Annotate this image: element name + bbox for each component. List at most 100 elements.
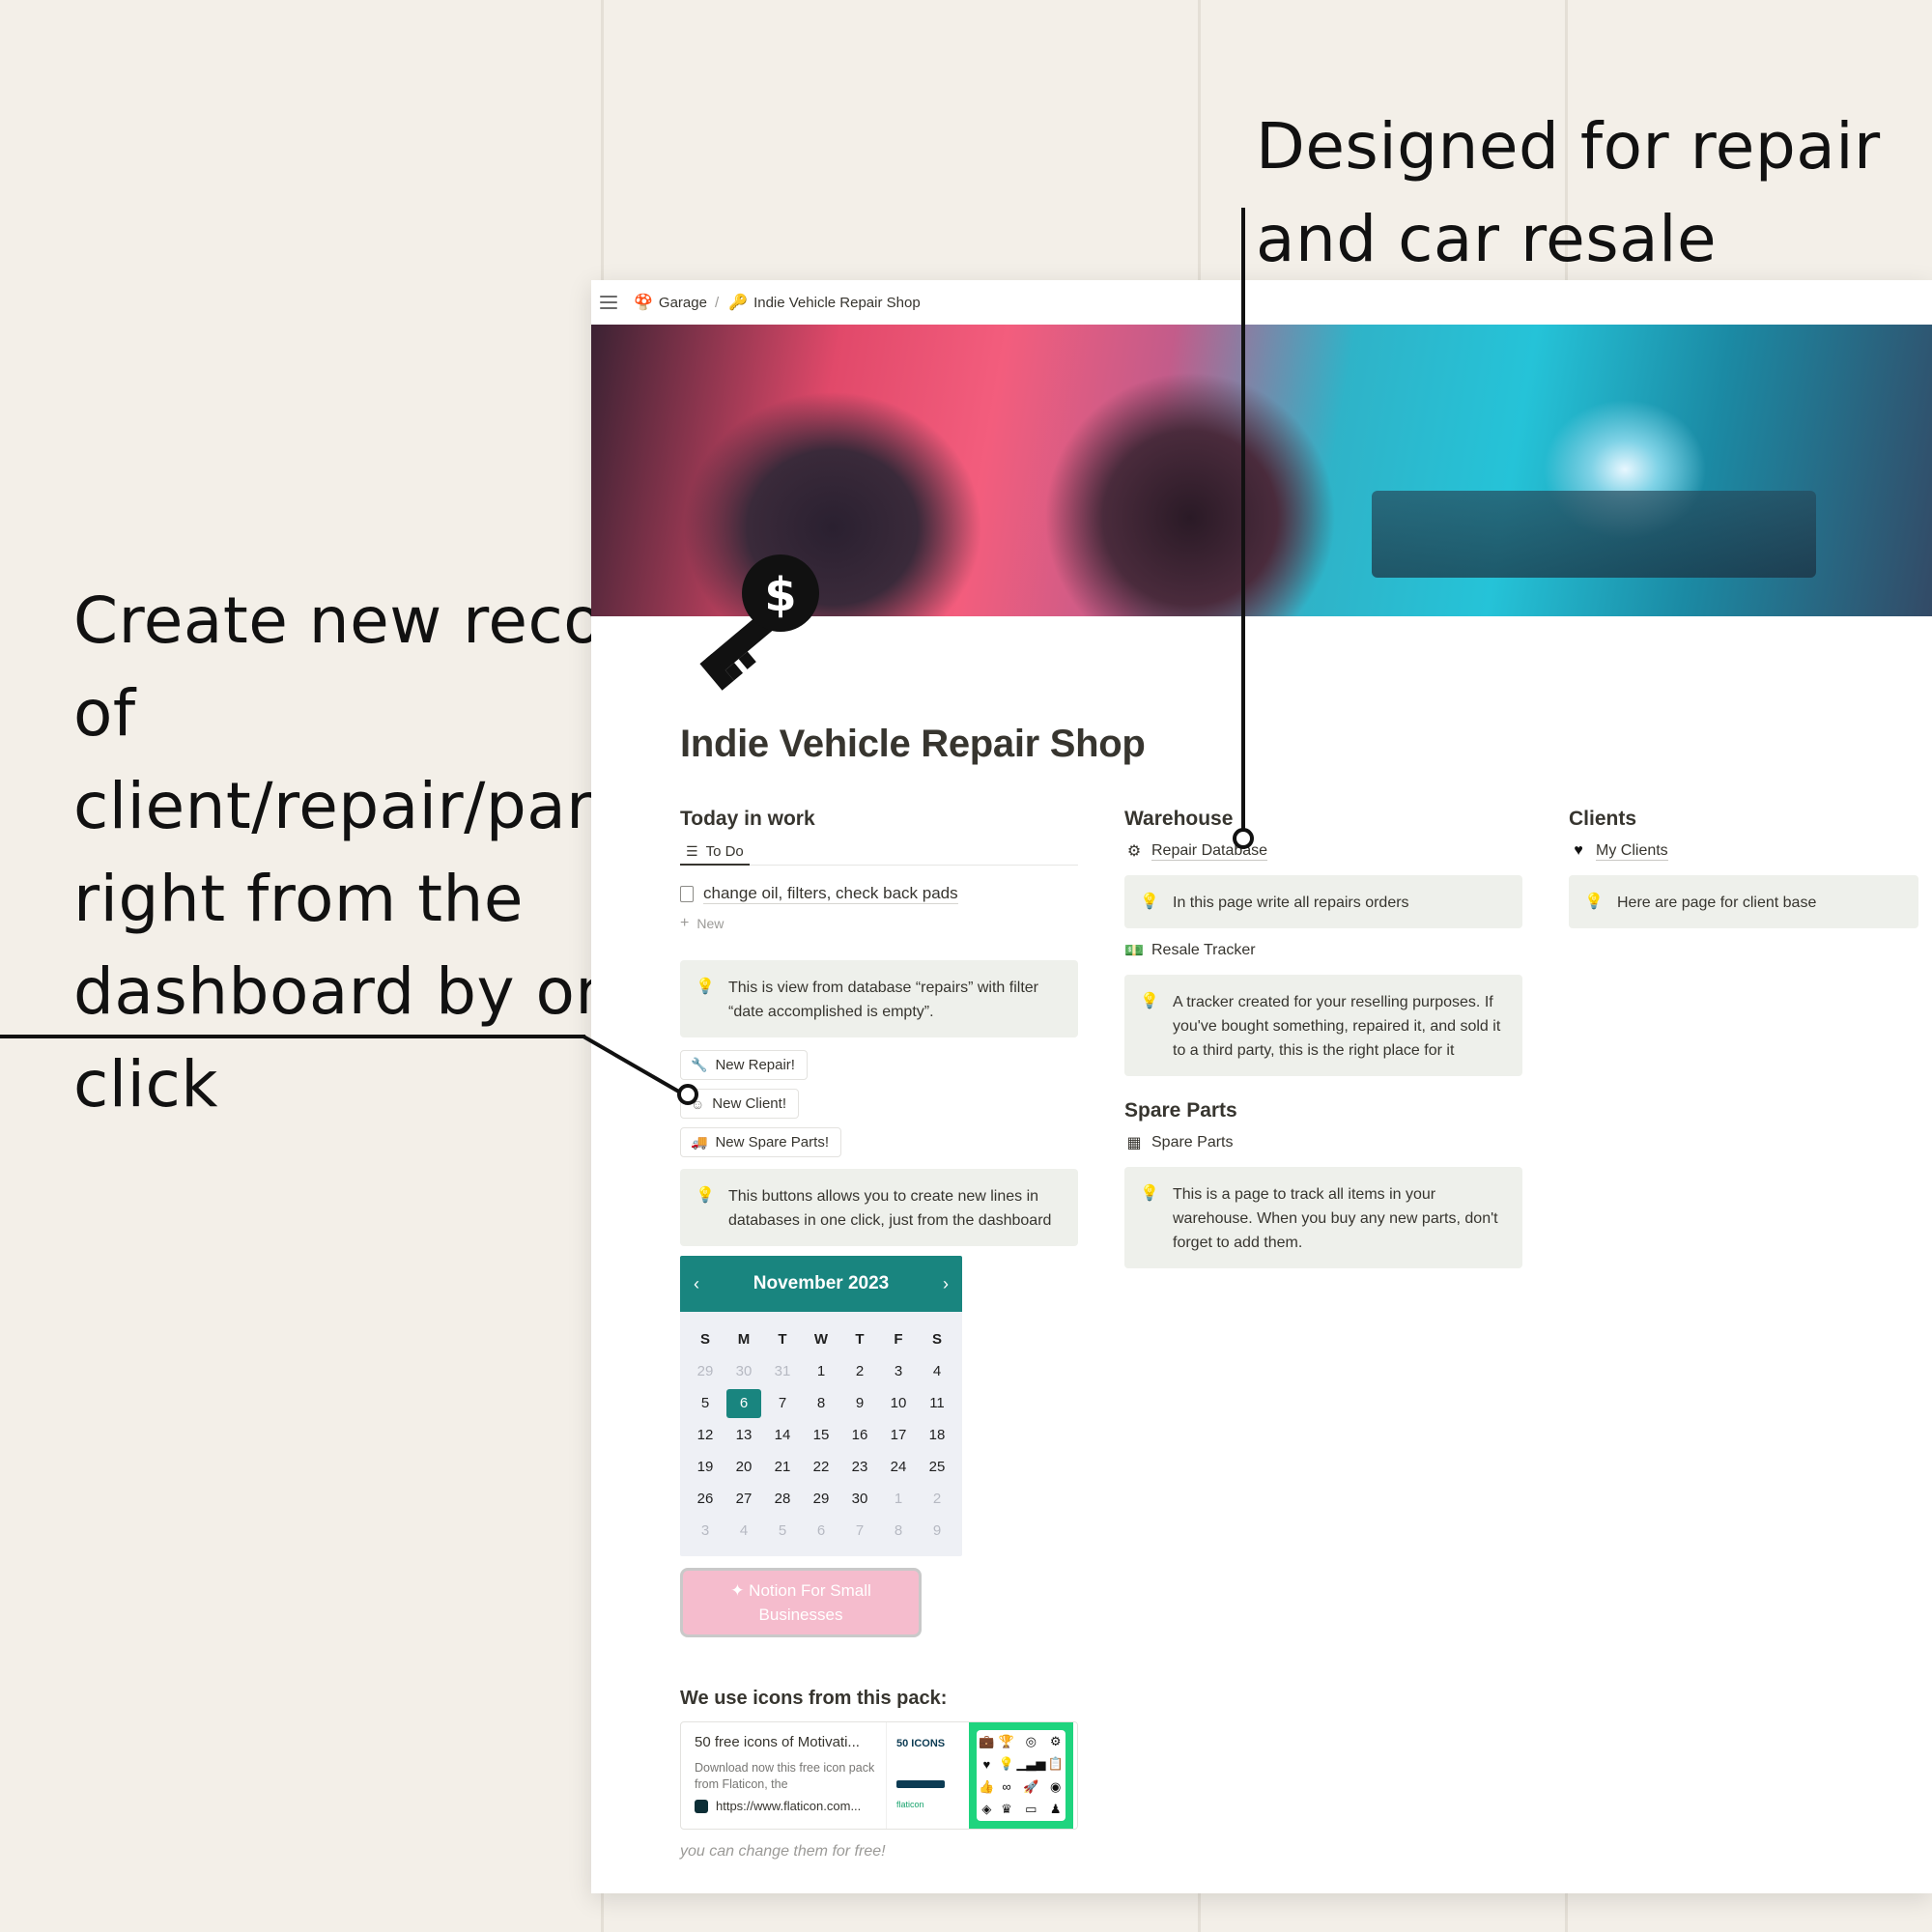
thumbnail-brand: flaticon <box>896 1800 924 1809</box>
calendar-day[interactable]: 29 <box>686 1363 724 1379</box>
menu-icon[interactable] <box>597 293 620 312</box>
thumbs-up-icon: 👍 <box>979 1778 995 1794</box>
dartboard-icon: ◉ <box>1049 1778 1062 1794</box>
calendar-week-row: 12 13 14 15 16 17 18 <box>686 1419 956 1451</box>
calendar-day[interactable]: 30 <box>724 1363 763 1379</box>
repair-database-link[interactable]: ⚙ Repair Database <box>1124 838 1522 864</box>
calendar-day[interactable]: 9 <box>840 1395 879 1411</box>
calendar-day[interactable]: 8 <box>802 1395 840 1411</box>
breadcrumb-current[interactable]: 🔑 Indie Vehicle Repair Shop <box>728 293 921 312</box>
spare-parts-heading: Spare Parts <box>1124 1099 1237 1122</box>
calendar-weekday: S <box>931 1331 942 1348</box>
repair-database-callout: 💡 In this page write all repairs orders <box>1124 875 1522 928</box>
calendar-day[interactable]: 30 <box>840 1491 879 1507</box>
my-clients-link[interactable]: ♥ My Clients <box>1569 838 1918 864</box>
list-icon: ☰ <box>686 842 698 859</box>
heart-icon: ♥ <box>982 1756 991 1772</box>
calendar-day[interactable]: 17 <box>879 1427 918 1443</box>
calendar-day[interactable]: 5 <box>763 1522 802 1539</box>
calendar-day[interactable]: 28 <box>763 1491 802 1507</box>
new-row-label: New <box>696 916 724 931</box>
calendar-widget: ‹ November 2023 › S M T W T F S 29 30 31 1 2 3 4 5 6 7 8 9… <box>680 1256 962 1556</box>
warehouse-column: Warehouse ⚙ Repair Database 💡 In this pa… <box>1124 808 1522 1268</box>
list-item[interactable]: change oil, filters, check back pads <box>680 879 1078 908</box>
calendar-weekday: W <box>813 1331 829 1348</box>
calendar-day[interactable]: 4 <box>918 1363 956 1379</box>
calendar-day[interactable]: 24 <box>879 1459 918 1475</box>
bookmark-url-text: https://www.flaticon.com... <box>716 1799 862 1813</box>
calendar-day[interactable]: 27 <box>724 1491 763 1507</box>
calendar-day[interactable]: 19 <box>686 1459 724 1475</box>
calendar-day[interactable]: 9 <box>918 1522 956 1539</box>
calendar-day[interactable]: 11 <box>918 1395 956 1411</box>
coins-icon: ◈ <box>981 1802 992 1817</box>
calendar-week-row: 5 6 7 8 9 10 11 <box>686 1387 956 1419</box>
breadcrumb-root[interactable]: 🍄 Garage <box>634 293 707 312</box>
calendar-weekday: F <box>894 1331 903 1348</box>
new-repair-button[interactable]: 🔧 New Repair! <box>680 1050 808 1080</box>
leader-dot-left <box>677 1084 698 1105</box>
icons-caption: you can change them for free! <box>680 1843 886 1860</box>
new-row-button[interactable]: + New <box>680 912 1078 935</box>
calendar-prev-button[interactable]: ‹ <box>694 1274 699 1294</box>
plus-icon: + <box>680 915 690 931</box>
lightbulb-icon: 💡 <box>696 1187 715 1204</box>
calendar-day-today[interactable]: 6 <box>724 1388 763 1418</box>
calendar-day[interactable]: 22 <box>802 1459 840 1475</box>
leader-line-left-horizontal <box>0 1035 585 1038</box>
lightbulb-icon: 💡 <box>1140 1185 1159 1202</box>
calendar-day[interactable]: 4 <box>724 1522 763 1539</box>
new-spare-parts-label: New Spare Parts! <box>715 1134 829 1151</box>
calendar-day[interactable]: 8 <box>879 1522 918 1539</box>
spare-parts-link[interactable]: ▦ Spare Parts <box>1124 1130 1522 1155</box>
calendar-day[interactable]: 23 <box>840 1459 879 1475</box>
thumbnail-bar <box>896 1780 945 1788</box>
calendar-day[interactable]: 3 <box>879 1363 918 1379</box>
calendar-day[interactable]: 1 <box>879 1491 918 1507</box>
rings-icon: ∞ <box>1002 1779 1011 1795</box>
new-spare-parts-button[interactable]: 🚚 New Spare Parts! <box>680 1127 841 1157</box>
calendar-day[interactable]: 13 <box>724 1427 763 1443</box>
calendar-day[interactable]: 20 <box>724 1459 763 1475</box>
today-in-work-column: Today in work ☰ To Do change oil, filter… <box>680 808 1078 1861</box>
resale-tracker-link[interactable]: 💵 Resale Tracker <box>1124 938 1522 963</box>
calendar-day[interactable]: 18 <box>918 1427 956 1443</box>
calendar-week-row: 29 30 31 1 2 3 4 <box>686 1355 956 1387</box>
calendar-day[interactable]: 1 <box>802 1363 840 1379</box>
calendar-day[interactable]: 26 <box>686 1491 724 1507</box>
calendar-grid: S M T W T F S 29 30 31 1 2 3 4 5 6 7 8 9 10 11 12 13 14 15 16 17 18… <box>680 1312 962 1556</box>
thumbnail-icon-grid: 💼 🏆 ◎ ⚙ ♥ 💡 ▁▃▅ 📋 👍 ∞ 🚀 ◉ ◈ ♛ ▭ ♟ <box>969 1722 1073 1829</box>
bookmark-url: https://www.flaticon.com... <box>695 1799 876 1813</box>
calendar-next-button[interactable]: › <box>943 1274 949 1294</box>
calendar-day[interactable]: 5 <box>686 1395 724 1411</box>
calendar-day[interactable]: 16 <box>840 1427 879 1443</box>
calendar-day[interactable]: 12 <box>686 1427 724 1443</box>
tab-to-do[interactable]: ☰ To Do <box>680 842 750 866</box>
notion-for-small-businesses-button[interactable]: ✦ Notion For Small Businesses <box>680 1568 922 1637</box>
calendar-month: November 2023 <box>753 1273 890 1293</box>
clients-column: Clients ♥ My Clients 💡 Here are page for… <box>1569 808 1918 928</box>
callout-text: This buttons allows you to create new li… <box>728 1188 1052 1229</box>
icons-section-heading: We use icons from this pack: <box>680 1688 948 1709</box>
bookmark-title: 50 free icons of Motivati... <box>695 1734 860 1750</box>
calendar-day[interactable]: 14 <box>763 1427 802 1443</box>
calendar-day[interactable]: 2 <box>918 1491 956 1507</box>
clients-callout: 💡 Here are page for client base <box>1569 875 1918 928</box>
calendar-day[interactable]: 2 <box>840 1363 879 1379</box>
calendar-day[interactable]: 15 <box>802 1427 840 1443</box>
tab-to-do-label: To Do <box>705 842 744 860</box>
calendar-day[interactable]: 7 <box>763 1395 802 1411</box>
flaticon-bookmark[interactable]: 50 free icons of Motivati... Download no… <box>680 1721 1078 1830</box>
chess-icon: ♟ <box>1049 1802 1062 1817</box>
calendar-day[interactable]: 10 <box>879 1395 918 1411</box>
callout-text: Here are page for client base <box>1617 895 1817 911</box>
heart-icon: ♥ <box>1574 842 1583 859</box>
calendar-day[interactable]: 6 <box>802 1522 840 1539</box>
calendar-day[interactable]: 21 <box>763 1459 802 1475</box>
calendar-day[interactable]: 7 <box>840 1522 879 1539</box>
calendar-day[interactable]: 31 <box>763 1363 802 1379</box>
callout-text: In this page write all repairs orders <box>1173 895 1409 911</box>
calendar-day[interactable]: 3 <box>686 1522 724 1539</box>
calendar-day[interactable]: 29 <box>802 1491 840 1507</box>
calendar-day[interactable]: 25 <box>918 1459 956 1475</box>
